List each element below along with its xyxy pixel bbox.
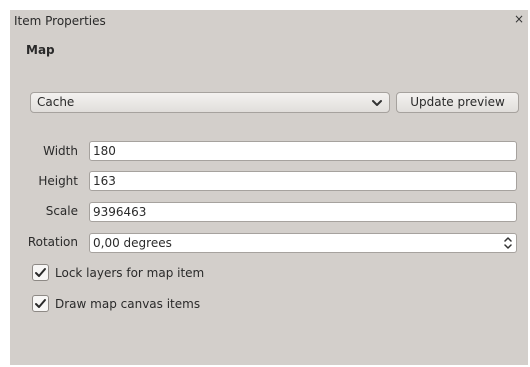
spinner-arrows-icon[interactable] — [503, 236, 513, 250]
scale-value: 9396463 — [93, 205, 147, 219]
width-value: 180 — [93, 144, 116, 158]
item-properties-panel: Item Properties × Map Cache Update previ… — [10, 10, 528, 365]
check-icon — [35, 299, 46, 308]
scale-label: Scale — [45, 204, 78, 218]
section-title: Map — [26, 43, 55, 57]
rotation-value: 0,00 degrees — [93, 236, 172, 250]
chevron-down-icon — [372, 100, 382, 106]
check-icon — [35, 268, 46, 277]
update-preview-button[interactable]: Update preview — [396, 92, 519, 113]
lock-layers-checkbox[interactable] — [32, 264, 49, 281]
width-field[interactable]: 180 — [89, 141, 517, 161]
close-icon[interactable]: × — [512, 12, 526, 26]
title-bar: Item Properties × — [10, 10, 528, 32]
height-label: Height — [38, 174, 78, 188]
draw-canvas-items-checkbox[interactable] — [32, 295, 49, 312]
rotation-label: Rotation — [27, 235, 78, 249]
cache-combo[interactable]: Cache — [30, 92, 390, 113]
height-value: 163 — [93, 174, 116, 188]
width-label: Width — [43, 144, 78, 158]
panel-title: Item Properties — [14, 14, 106, 28]
cache-combo-value: Cache — [37, 95, 75, 109]
draw-canvas-items-label[interactable]: Draw map canvas items — [55, 297, 200, 311]
height-field[interactable]: 163 — [89, 171, 517, 191]
lock-layers-label[interactable]: Lock layers for map item — [55, 266, 204, 280]
scale-field[interactable]: 9396463 — [89, 202, 517, 222]
rotation-spinbox[interactable]: 0,00 degrees — [89, 233, 517, 253]
